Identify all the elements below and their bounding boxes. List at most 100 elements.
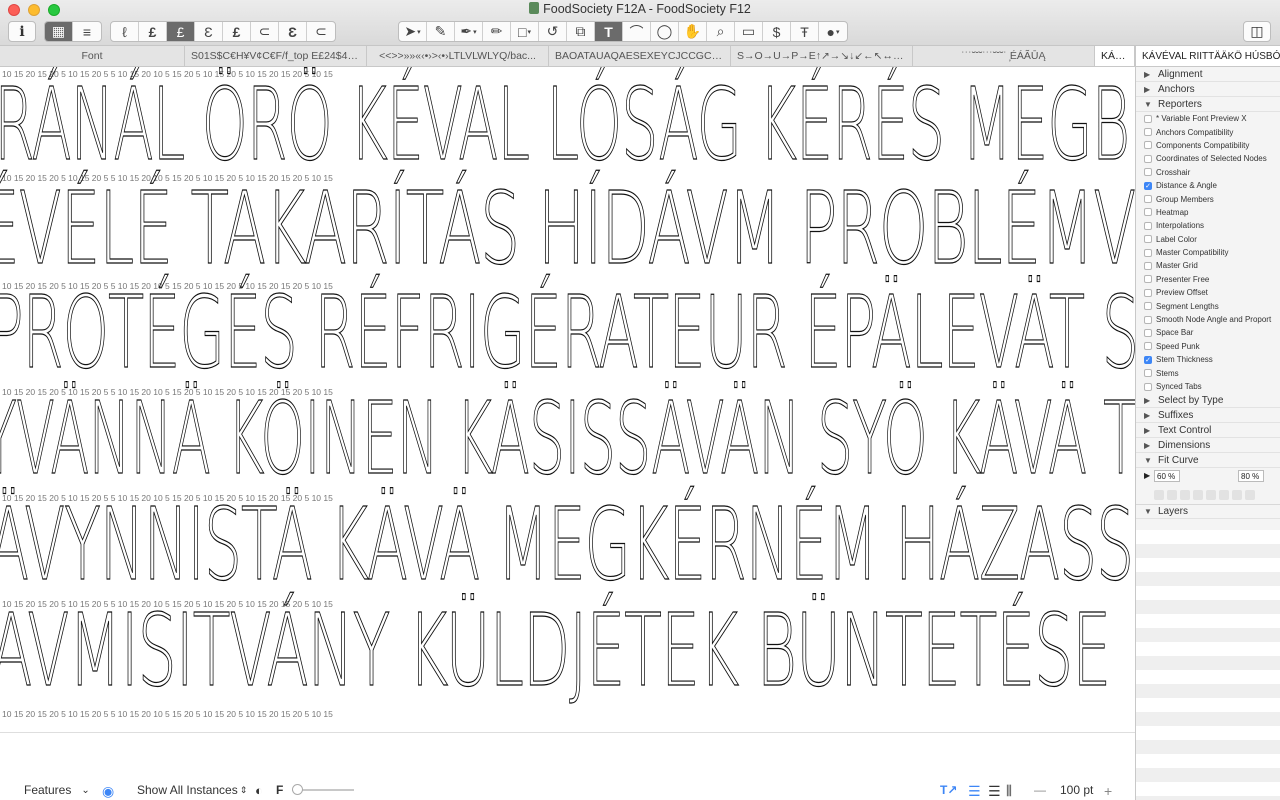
checkbox[interactable]: ✓ bbox=[1144, 355, 1152, 364]
fit-curve-max-field[interactable]: 80 % bbox=[1238, 470, 1264, 483]
checkbox[interactable] bbox=[1144, 221, 1152, 230]
section-dimensions[interactable]: ▶ Dimensions bbox=[1136, 438, 1280, 454]
tab-text-6[interactable]: KÁVÉVAL RIITTÄÄKÖ HÚSBÓNDIN... bbox=[1095, 46, 1135, 66]
checkbox[interactable] bbox=[1144, 141, 1152, 150]
checkbox[interactable] bbox=[1144, 328, 1152, 337]
select-tool-icon[interactable]: ➤ ▾ bbox=[399, 22, 427, 41]
align-right-icon[interactable]: ☰ bbox=[988, 783, 1001, 800]
typesetter-tool-icon[interactable]: Ŧ bbox=[791, 22, 819, 41]
section-fit-curve[interactable]: ▼ Fit Curve bbox=[1136, 453, 1280, 469]
reporter-item[interactable]: Crosshair bbox=[1136, 166, 1280, 179]
section-suffixes[interactable]: ▶ Suffixes bbox=[1136, 408, 1280, 424]
checkbox[interactable] bbox=[1144, 208, 1152, 217]
scale-tool-icon[interactable]: ⧉ bbox=[567, 22, 595, 41]
checkbox[interactable] bbox=[1144, 275, 1152, 284]
reporter-item[interactable]: Space Bar bbox=[1136, 326, 1280, 339]
sidebar-toggle-icon[interactable]: ◫ bbox=[1243, 21, 1271, 42]
reporter-item[interactable]: Master Compatibility bbox=[1136, 246, 1280, 259]
reporter-item[interactable]: Group Members bbox=[1136, 192, 1280, 205]
tab-text-4[interactable]: S→O→U→P→E↑↗→↘↓↙←↖↔↕H... bbox=[731, 46, 913, 66]
tab-text-3[interactable]: BAOATAUAQAESEXEYCJCCGCCFC... bbox=[549, 46, 731, 66]
tab-text-5[interactable]: ˙˙˙˘˘˘˙˙˙˘˘˘˙ ̦ÉÁÃŪĄ bbox=[913, 46, 1095, 66]
info-button[interactable]: i bbox=[8, 21, 36, 42]
list-view-icon[interactable]: ≡ bbox=[73, 22, 101, 41]
checkbox[interactable] bbox=[1144, 114, 1152, 123]
contrast-icon[interactable]: ◐ bbox=[255, 783, 263, 798]
align-justify-icon[interactable]: ⫼ bbox=[1006, 783, 1012, 799]
zoom-out-button[interactable]: — bbox=[1034, 783, 1046, 797]
fit-preset-button[interactable] bbox=[1193, 490, 1203, 501]
checkbox[interactable] bbox=[1144, 128, 1152, 137]
fit-preset-button[interactable] bbox=[1167, 490, 1177, 501]
section-layers[interactable]: ▼ Layers bbox=[1136, 504, 1280, 520]
reporter-item[interactable]: Segment Lengths bbox=[1136, 299, 1280, 312]
reporter-item[interactable]: Coordinates of Selected Nodes bbox=[1136, 152, 1280, 165]
checkbox[interactable] bbox=[1144, 382, 1152, 391]
glyph-button-6[interactable]: ⊂ bbox=[251, 22, 279, 41]
reporter-item[interactable]: Anchors Compatibility bbox=[1136, 125, 1280, 138]
checkbox[interactable] bbox=[1144, 168, 1152, 177]
fit-preset-button[interactable] bbox=[1206, 490, 1216, 501]
glyph-button-1[interactable]: ℓ bbox=[111, 22, 139, 41]
glyph-button-5[interactable]: £ bbox=[223, 22, 251, 41]
reporter-item[interactable]: ✓ Distance & Angle bbox=[1136, 179, 1280, 192]
glyph-button-8[interactable]: ⊂ bbox=[307, 22, 335, 41]
measure-tool-icon[interactable]: ▭ bbox=[735, 22, 763, 41]
pen-tool-icon[interactable]: ✒ ▾ bbox=[455, 22, 483, 41]
checkbox[interactable] bbox=[1144, 154, 1152, 163]
knife-tool-icon[interactable]: ⌒ bbox=[623, 22, 651, 41]
play-icon[interactable]: ▶ bbox=[1144, 471, 1150, 480]
checkbox[interactable] bbox=[1144, 261, 1152, 270]
fit-preset-button[interactable] bbox=[1232, 490, 1242, 501]
glyph-button-3[interactable]: £ bbox=[167, 22, 195, 41]
text-direction-icon[interactable]: T↗ bbox=[940, 783, 957, 797]
section-anchors[interactable]: ▶ Anchors bbox=[1136, 82, 1280, 97]
instances-popup[interactable]: Show All Instances ⇕ bbox=[137, 783, 247, 797]
fit-curve-min-field[interactable]: 60 % bbox=[1154, 470, 1180, 483]
checkbox[interactable] bbox=[1144, 288, 1152, 297]
edit-canvas[interactable]: 10 15 20 15 20 5 10 15 20 5 5 10 15 20 1… bbox=[0, 67, 1135, 732]
rotate-tool-icon[interactable]: ↺ bbox=[539, 22, 567, 41]
reporter-item[interactable]: Smooth Node Angle and Proport bbox=[1136, 313, 1280, 326]
options-tool-icon[interactable]: ● ▾ bbox=[819, 22, 847, 41]
tab-text-1[interactable]: S01S$C€H¥V¢C€F/f_top E£24$48... bbox=[185, 46, 367, 66]
layers-list[interactable] bbox=[1136, 530, 1280, 800]
text-tool-icon[interactable]: T bbox=[595, 22, 623, 41]
reporter-item[interactable]: Speed Punk bbox=[1136, 340, 1280, 353]
reporter-item[interactable]: Synced Tabs bbox=[1136, 380, 1280, 393]
section-reporters[interactable]: ▼ Reporters bbox=[1136, 97, 1280, 112]
checkbox[interactable] bbox=[1144, 195, 1152, 204]
reporter-item[interactable]: Interpolations bbox=[1136, 219, 1280, 232]
zoom-in-button[interactable]: + bbox=[1104, 783, 1112, 799]
section-text-control[interactable]: ▶ Text Control bbox=[1136, 423, 1280, 439]
hand-tool-icon[interactable]: ✋ bbox=[679, 22, 707, 41]
fit-preset-button[interactable] bbox=[1245, 490, 1255, 501]
checkbox[interactable]: ✓ bbox=[1144, 181, 1152, 190]
glyph-button-2[interactable]: £ bbox=[139, 22, 167, 41]
draw-tool-icon[interactable]: ✎ bbox=[427, 22, 455, 41]
annotation-tool-icon[interactable]: ◯ bbox=[651, 22, 679, 41]
font-size-field[interactable]: 100 pt bbox=[1060, 783, 1093, 797]
shape-tool-icon[interactable]: □ ▾ bbox=[511, 22, 539, 41]
grid-view-icon[interactable]: ▦ bbox=[45, 22, 73, 41]
zoom-tool-icon[interactable]: ⌕ bbox=[707, 22, 735, 41]
reporter-item[interactable]: * Variable Font Preview X bbox=[1136, 112, 1280, 125]
checkbox[interactable] bbox=[1144, 302, 1152, 311]
reporter-item[interactable]: ✓ Stem Thickness bbox=[1136, 353, 1280, 366]
reporter-item[interactable]: Label Color bbox=[1136, 233, 1280, 246]
reporter-item[interactable]: Stems bbox=[1136, 366, 1280, 379]
reporter-item[interactable]: Master Grid bbox=[1136, 259, 1280, 272]
instance-slider[interactable] bbox=[292, 784, 354, 795]
fit-preset-button[interactable] bbox=[1154, 490, 1164, 501]
slider-knob[interactable] bbox=[292, 784, 303, 795]
reporter-item[interactable]: Presenter Free bbox=[1136, 273, 1280, 286]
checkbox[interactable] bbox=[1144, 248, 1152, 257]
section-select-by-type[interactable]: ▶ Select by Type bbox=[1136, 393, 1280, 409]
align-left-icon[interactable]: ☰ bbox=[968, 783, 981, 800]
features-popup[interactable]: Features ⌄ bbox=[24, 783, 90, 797]
reporter-item[interactable]: Heatmap bbox=[1136, 206, 1280, 219]
checkbox[interactable] bbox=[1144, 342, 1152, 351]
fit-preset-button[interactable] bbox=[1180, 490, 1190, 501]
pencil-tool-icon[interactable]: ✏ bbox=[483, 22, 511, 41]
sampling-tool-icon[interactable]: $ bbox=[763, 22, 791, 41]
